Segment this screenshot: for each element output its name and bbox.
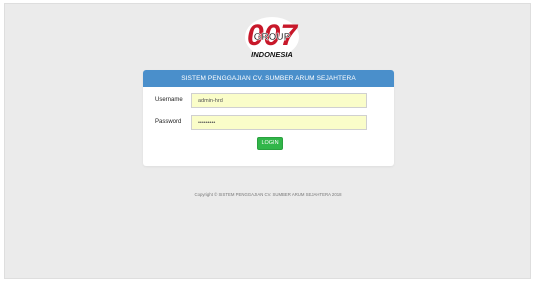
password-label: Password — [155, 119, 182, 125]
password-row: Password — [143, 115, 394, 130]
logo-sub-text: GROUP — [254, 32, 291, 43]
username-row: Username — [143, 93, 394, 108]
username-label: Username — [155, 97, 183, 103]
panel-title: SISTEM PENGGAJIAN CV. SUMBER ARUM SEJAHT… — [143, 70, 394, 87]
password-input[interactable] — [191, 115, 367, 130]
copyright-text: Copyright © SISTEM PENGGAJIAN CV. SUMBER… — [194, 192, 342, 197]
login-button[interactable]: LOGIN — [257, 137, 283, 150]
logo-country-text: INDONESIA — [251, 50, 293, 59]
login-panel: SISTEM PENGGAJIAN CV. SUMBER ARUM SEJAHT… — [143, 70, 394, 166]
company-logo: 007 GROUP INDONESIA — [245, 17, 299, 59]
username-input[interactable] — [191, 93, 367, 108]
